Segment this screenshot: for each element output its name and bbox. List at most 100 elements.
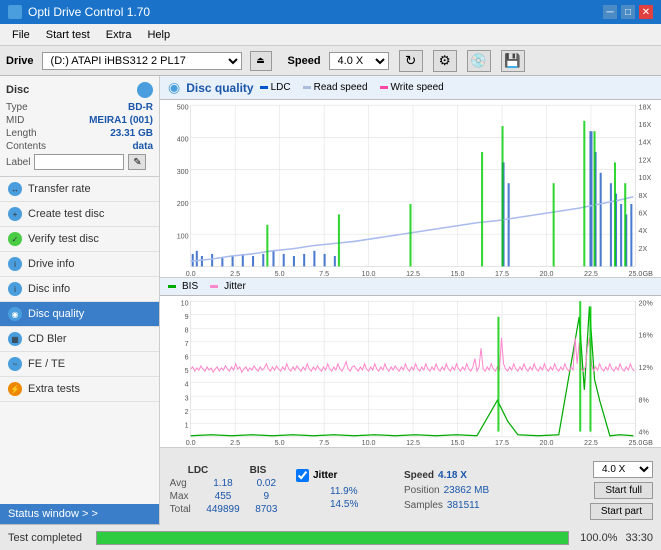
stats-jitter-col: Jitter 11.9% 14.5% xyxy=(296,469,396,512)
svg-text:25.0: 25.0 xyxy=(628,438,642,447)
legend-write: Write speed xyxy=(380,82,444,93)
save-button[interactable]: 💾 xyxy=(501,50,525,72)
disc-panel: Disc Type BD-R MID MEIRA1 (001) Length 2… xyxy=(0,76,159,177)
jitter-check-row: Jitter xyxy=(296,469,396,482)
start-full-button[interactable]: Start full xyxy=(594,482,653,499)
samples-label: Samples xyxy=(404,500,443,511)
lower-chart-header: BIS Jitter xyxy=(160,278,661,296)
maximize-button[interactable]: □ xyxy=(621,5,635,19)
position-label: Position xyxy=(404,485,440,496)
svg-text:15.0: 15.0 xyxy=(451,269,465,277)
stats-labels-col: LDC BIS Avg 1.18 0.02 Max 455 9 Total xyxy=(168,465,288,515)
svg-text:18X: 18X xyxy=(639,102,652,111)
drive-select[interactable]: (D:) ATAPI iHBS312 2 PL17 xyxy=(42,52,242,70)
speed-stat-label: Speed xyxy=(404,470,434,481)
svg-text:10.0: 10.0 xyxy=(362,269,376,277)
close-button[interactable]: ✕ xyxy=(639,5,653,19)
speed-select-stats[interactable]: 4.0 X xyxy=(593,461,653,478)
disc-button[interactable]: 💿 xyxy=(467,50,491,72)
nav-label-cd-bler: CD Bler xyxy=(28,333,67,345)
status-window[interactable]: Status window > > xyxy=(0,504,159,524)
lower-chart: 10 9 8 7 6 5 4 3 2 1 20% 16% 12% 8% 4% xyxy=(160,296,661,447)
menu-extra[interactable]: Extra xyxy=(98,27,140,43)
svg-text:4: 4 xyxy=(185,379,189,388)
sidebar-item-cd-bler[interactable]: ▦ CD Bler xyxy=(0,327,159,352)
jitter-max-row: 14.5% xyxy=(296,499,396,510)
disc-label-row: Label ✎ xyxy=(6,154,153,170)
sidebar-item-verify-test-disc[interactable]: ✓ Verify test disc xyxy=(0,227,159,252)
action-buttons-col: 4.0 X Start full Start part xyxy=(590,461,653,520)
svg-text:12%: 12% xyxy=(639,363,654,372)
sidebar-item-extra-tests[interactable]: ⚡ Extra tests xyxy=(0,377,159,402)
svg-text:6: 6 xyxy=(185,352,189,361)
nav-label-create-test-disc: Create test disc xyxy=(28,208,104,220)
nav-label-transfer-rate: Transfer rate xyxy=(28,183,91,195)
max-bis: 9 xyxy=(246,491,286,502)
svg-text:4%: 4% xyxy=(639,427,650,436)
max-ldc: 455 xyxy=(203,491,243,502)
position-val: 23862 MB xyxy=(444,485,490,496)
minimize-button[interactable]: ─ xyxy=(603,5,617,19)
samples-row: Samples 381511 xyxy=(404,500,514,511)
svg-text:12.5: 12.5 xyxy=(406,269,420,277)
svg-text:6X: 6X xyxy=(639,208,648,217)
legend-ldc: LDC xyxy=(260,82,291,93)
svg-text:20.0: 20.0 xyxy=(540,269,554,277)
speed-select[interactable]: 4.0 X xyxy=(329,52,389,70)
length-key: Length xyxy=(6,128,37,139)
drivebar: Drive (D:) ATAPI iHBS312 2 PL17 ⏏ Speed … xyxy=(0,46,661,76)
app-title: Opti Drive Control 1.70 xyxy=(28,5,150,19)
svg-text:16%: 16% xyxy=(639,330,654,339)
svg-text:2.5: 2.5 xyxy=(230,438,240,447)
contents-val: data xyxy=(132,141,153,152)
svg-text:17.5: 17.5 xyxy=(495,269,509,277)
speed-row: Speed 4.18 X xyxy=(404,470,514,481)
svg-text:14X: 14X xyxy=(639,138,652,147)
ldc-header: LDC xyxy=(178,465,218,476)
speed-val: 4.18 X xyxy=(438,470,467,481)
stats-bar: LDC BIS Avg 1.18 0.02 Max 455 9 Total xyxy=(160,447,661,532)
settings-button[interactable]: ⚙ xyxy=(433,50,457,72)
svg-text:17.5: 17.5 xyxy=(495,438,509,447)
fe-te-icon: ~ xyxy=(8,357,22,371)
svg-text:10: 10 xyxy=(181,298,189,307)
eject-button[interactable]: ⏏ xyxy=(250,51,272,71)
svg-text:12X: 12X xyxy=(639,155,652,164)
nav-label-disc-quality: Disc quality xyxy=(28,308,84,320)
sidebar: Disc Type BD-R MID MEIRA1 (001) Length 2… xyxy=(0,76,160,524)
progress-label: 100.0% xyxy=(577,532,617,544)
titlebar-left: Opti Drive Control 1.70 xyxy=(8,5,150,19)
avg-label: Avg xyxy=(170,478,200,489)
type-val: BD-R xyxy=(128,102,153,113)
svg-text:400: 400 xyxy=(177,135,189,144)
avg-bis: 0.02 xyxy=(246,478,286,489)
main-layout: Disc Type BD-R MID MEIRA1 (001) Length 2… xyxy=(0,76,661,524)
sidebar-item-disc-quality[interactable]: ◉ Disc quality xyxy=(0,302,159,327)
ldc-dot xyxy=(260,86,268,89)
menu-start-test[interactable]: Start test xyxy=(38,27,98,43)
jitter-max-label xyxy=(296,499,326,510)
refresh-button[interactable]: ↻ xyxy=(399,50,423,72)
sidebar-item-disc-info[interactable]: i Disc info xyxy=(0,277,159,302)
extra-tests-icon: ⚡ xyxy=(8,382,22,396)
progress-bar-fill xyxy=(97,532,568,544)
disc-type-row: Type BD-R xyxy=(6,102,153,113)
sidebar-item-fe-te[interactable]: ~ FE / TE xyxy=(0,352,159,377)
sidebar-item-transfer-rate[interactable]: ↔ Transfer rate xyxy=(0,177,159,202)
cd-bler-icon: ▦ xyxy=(8,332,22,346)
menu-help[interactable]: Help xyxy=(139,27,178,43)
menu-file[interactable]: File xyxy=(4,27,38,43)
jitter-checkbox[interactable] xyxy=(296,469,309,482)
disc-label-btn[interactable]: ✎ xyxy=(128,154,146,170)
content-area: ◉ Disc quality LDC Read speed Write spee… xyxy=(160,76,661,524)
jitter-label: Jitter xyxy=(313,470,337,481)
svg-text:0.0: 0.0 xyxy=(186,438,196,447)
start-part-button[interactable]: Start part xyxy=(590,503,653,520)
jitter-avg-row: 11.9% xyxy=(296,486,396,497)
jitter-dot xyxy=(210,285,218,288)
sidebar-item-drive-info[interactable]: i Drive info xyxy=(0,252,159,277)
svg-text:1: 1 xyxy=(185,420,189,429)
disc-label-input[interactable] xyxy=(34,154,124,170)
sidebar-item-create-test-disc[interactable]: + Create test disc xyxy=(0,202,159,227)
svg-text:10.0: 10.0 xyxy=(362,438,376,447)
